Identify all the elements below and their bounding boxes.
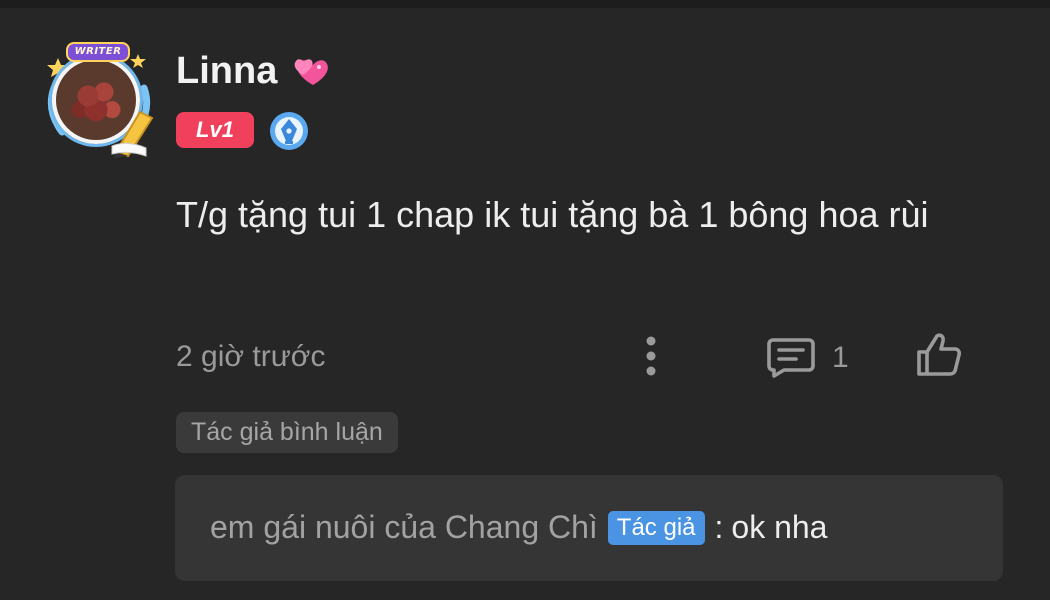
level-badge: Lv1 (176, 112, 254, 148)
reply-message: ok nha (731, 509, 828, 545)
avatar[interactable]: WRITER (36, 40, 162, 160)
reply-line: em gái nuôi của Chang Chì Tác giả : ok n… (210, 509, 827, 546)
comment-icon[interactable] (766, 334, 816, 378)
reply-separator: : (714, 509, 724, 545)
vertical-dots-icon[interactable] (638, 334, 664, 378)
reply-preview[interactable]: em gái nuôi của Chang Chì Tác giả : ok n… (175, 475, 1003, 581)
reply-author[interactable]: em gái nuôi của Chang Chì (210, 509, 598, 546)
top-divider (0, 0, 1050, 8)
comment-screen: WRITER Linna Lv1 T/g tặng tui 1 chap ik … (0, 0, 1050, 600)
reply-count: 1 (832, 341, 849, 374)
writer-badge: WRITER (66, 42, 130, 62)
username[interactable]: Linna (176, 50, 331, 93)
quill-pen-icon (111, 110, 154, 158)
author-commented-tag: Tác giả bình luận (176, 412, 398, 453)
comment-text: T/g tặng tui 1 chap ik tui tặng bà 1 bôn… (176, 194, 929, 235)
pen-nib-verified-icon (270, 112, 308, 150)
author-badge: Tác giả (607, 510, 705, 545)
username-text: Linna (176, 50, 278, 92)
comment-timestamp: 2 giờ trước (176, 340, 326, 373)
two-hearts-icon (295, 58, 329, 85)
thumbs-up-icon[interactable] (913, 330, 963, 380)
